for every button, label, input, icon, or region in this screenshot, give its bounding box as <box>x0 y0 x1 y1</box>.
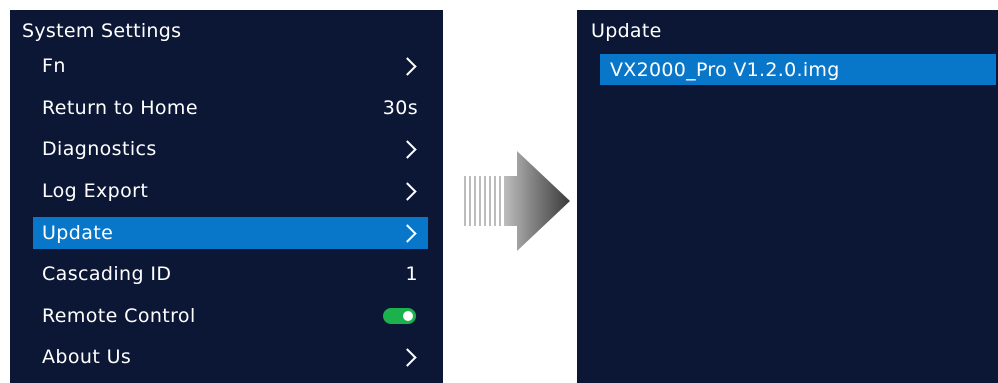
system-settings-panel: System Settings Fn Return to Home 30s Di… <box>10 10 443 383</box>
chevron-right-icon <box>398 139 417 159</box>
chevron-right-icon <box>398 56 417 76</box>
menu-item-about-us[interactable]: About Us <box>33 341 428 373</box>
menu-item-cascading-id[interactable]: Cascading ID 1 <box>33 258 428 290</box>
chevron-right-icon <box>398 347 417 367</box>
menu-item-label: Remote Control <box>42 305 196 327</box>
menu-item-label: Return to Home <box>42 97 198 119</box>
menu-item-diagnostics[interactable]: Diagnostics <box>33 133 428 165</box>
file-name: VX2000_Pro V1.2.0.img <box>610 58 840 81</box>
menu-item-update[interactable]: Update <box>33 217 428 249</box>
remote-control-toggle[interactable] <box>383 308 416 324</box>
menu-item-label: Update <box>42 222 114 244</box>
menu-item-log-export[interactable]: Log Export <box>33 175 428 207</box>
menu-item-remote-control[interactable]: Remote Control <box>33 300 428 332</box>
menu-item-label: About Us <box>42 346 132 368</box>
panel-title: System Settings <box>22 20 182 42</box>
menu-item-fn[interactable]: Fn <box>33 50 428 82</box>
menu-item-return-to-home[interactable]: Return to Home 30s <box>33 92 428 124</box>
toggle-knob <box>403 311 413 321</box>
menu-item-label: Fn <box>42 55 66 77</box>
menu-item-label: Diagnostics <box>42 138 157 160</box>
chevron-right-icon <box>398 181 417 201</box>
arrow-right-icon <box>464 151 570 251</box>
panel-title: Update <box>591 20 662 42</box>
menu-item-value: 1 <box>405 263 418 285</box>
menu-item-label: Log Export <box>42 180 149 202</box>
update-panel: Update VX2000_Pro V1.2.0.img <box>577 10 998 383</box>
menu-item-value: 30s <box>382 97 418 119</box>
chevron-right-icon <box>398 223 417 243</box>
update-file-item[interactable]: VX2000_Pro V1.2.0.img <box>600 54 996 85</box>
menu-item-label: Cascading ID <box>42 263 172 285</box>
